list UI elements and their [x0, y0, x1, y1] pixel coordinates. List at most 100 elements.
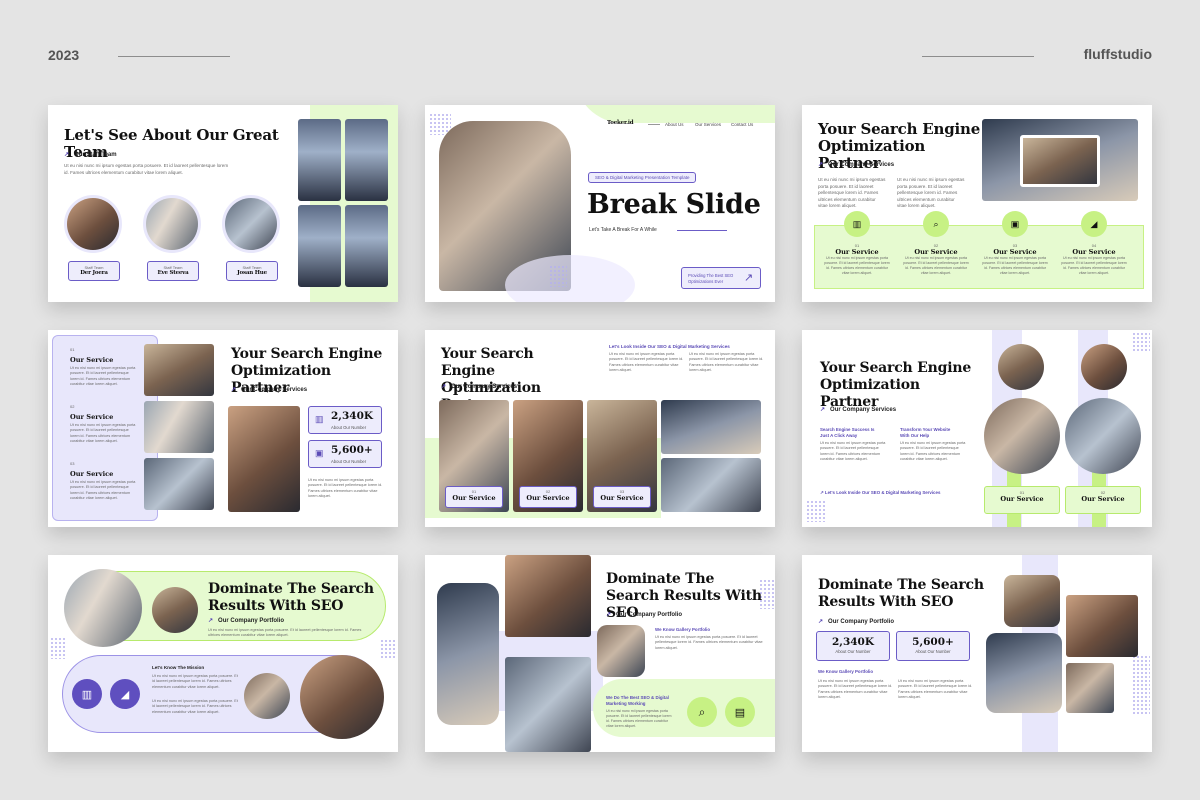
slide-subtitle: ↗ Our Company Portfolio: [606, 612, 683, 618]
team-photo: [228, 406, 300, 512]
slide-services-circles[interactable]: Your Search Engine Optimization Partner …: [802, 330, 1152, 527]
body-text: Ut eu nisi nunc mi ipsum egestas porta p…: [689, 352, 764, 373]
search-icon[interactable]: ⌕: [923, 211, 949, 237]
member-photo-frame: [143, 195, 201, 253]
slide-subtitle: ↗ Our Company Services: [818, 162, 895, 168]
slide-subtitle: Let's Take A Break For A While: [589, 227, 657, 233]
service-card[interactable]: 03 Our Service: [593, 486, 651, 508]
team-photo-circle: [300, 655, 384, 739]
slide-subtitle: ↗ Our Staff Team: [64, 152, 117, 158]
service-card[interactable]: 01 Our Service: [984, 486, 1060, 514]
slide-portfolio-collage[interactable]: Dominate The Search Results With SEO ↗ Ou…: [425, 555, 775, 752]
slide-portfolio-stats[interactable]: Dominate The Search Results With SEO ↗ Ou…: [802, 555, 1152, 752]
office-photo: [661, 458, 761, 512]
service-label: Our Service: [1072, 248, 1116, 256]
body-text: Ut eu nisi nunc mi ipsum egestas porta p…: [208, 628, 362, 638]
header-divider-right: [922, 56, 1034, 57]
building-photo: [345, 205, 388, 287]
header-divider-left: [118, 56, 230, 57]
service-text: Ut eu nisi nunc mi ipsum egestas porta p…: [1061, 256, 1127, 275]
list-number: 02: [70, 404, 75, 409]
member-card[interactable]: Staff Team Josan Hue: [226, 261, 278, 281]
stat-label: About Our Number: [331, 425, 367, 430]
team-photo: [1066, 595, 1138, 657]
member-photo: [225, 198, 277, 250]
list-text: Ut eu nisi nunc mi ipsum egestas porta p…: [70, 423, 136, 444]
service-card[interactable]: 02 Our Service: [519, 486, 577, 508]
service-item: 02 Our Service Ut eu nisi nunc mi ipsum …: [901, 243, 971, 276]
team-photo-circle: [152, 587, 198, 633]
arrow-icon: ↗: [441, 384, 447, 390]
slide-break[interactable]: Toeker.id About Us Our Services Contact …: [425, 105, 775, 302]
member-photo: [146, 198, 198, 250]
service-label: Our Service: [835, 248, 879, 256]
document-icon[interactable]: ▤: [725, 697, 755, 727]
service-card[interactable]: 01 Our Service: [445, 486, 503, 508]
dot-pattern: [1132, 332, 1150, 352]
arrow-icon: ↗: [820, 407, 826, 413]
brand-logo: fluffstudio: [1083, 46, 1152, 62]
service-text: Ut eu nisi nunc mi ipsum egestas porta p…: [982, 256, 1048, 275]
service-label: Our Service: [993, 248, 1037, 256]
stat-value: 2,340K: [331, 410, 374, 422]
brand-name: Toeker.id: [607, 120, 634, 126]
slide-team[interactable]: Let's See About Our Great Team ↗ Our Staf…: [48, 105, 398, 302]
building-photo: [298, 205, 341, 287]
cta-button[interactable]: Providing The Best SEO Optimizations Eve…: [681, 267, 761, 289]
service-label: Our Service: [452, 494, 496, 502]
list-text: Ut eu nisi nunc mi ipsum egestas porta p…: [70, 480, 136, 501]
member-card[interactable]: Staff Team Eve Steeva: [147, 261, 199, 281]
team-photo: [597, 625, 645, 677]
column-title: Transform Your Website With Our Help: [900, 427, 951, 438]
megaphone-icon[interactable]: ◢: [110, 679, 140, 709]
body-text: Ut eu nisi nunc mi ipsum egestas porta p…: [655, 635, 763, 650]
nav-about[interactable]: About Us: [665, 122, 684, 127]
stat-value: 2,340K: [831, 636, 874, 648]
team-photo: [505, 657, 591, 752]
arrow-icon: ↗: [64, 152, 70, 158]
nav-services[interactable]: Our Services: [695, 122, 721, 127]
service-item: 01 Our Service Ut eu nisi nunc mi ipsum …: [822, 243, 892, 276]
footer-link[interactable]: ↗ Let's Look Inside Our SEO & Digital Ma…: [820, 490, 940, 496]
office-photo: [437, 583, 499, 725]
building-photo: [345, 119, 388, 201]
body-text: Ut eu nisi nunc mi ipsum egestas porta p…: [818, 679, 893, 700]
service-text: Ut eu nisi nunc mi ipsum egestas porta p…: [824, 256, 890, 275]
nav-contact[interactable]: Contact Us: [731, 122, 753, 127]
arrow-icon: ↗: [818, 619, 824, 625]
slide-services-list[interactable]: 01 Our Service Ut eu nisi nunc mi ipsum …: [48, 330, 398, 527]
team-photo: [1004, 575, 1060, 627]
slide-subtitle: ↗ Our Company Services: [231, 387, 308, 393]
list-label: Our Service: [70, 356, 114, 364]
chart-icon[interactable]: ▥: [844, 211, 870, 237]
body-text: Ut eu nisi nunc mi ipsum egestas porta p…: [308, 478, 383, 499]
slide-services-strip[interactable]: Your Search Engine Optimization Partner …: [425, 330, 775, 527]
stat-label: About Our Number: [835, 649, 871, 654]
arrow-up-right-icon: ↗: [744, 272, 754, 284]
template-tag: SEO & Digital Marketing Presentation Tem…: [588, 172, 697, 183]
member-name: Der Joera: [80, 270, 108, 276]
service-photo: [144, 344, 214, 396]
office-photo: [661, 400, 761, 454]
search-icon[interactable]: ⌕: [687, 697, 717, 727]
team-photo: [505, 555, 591, 637]
service-label: Our Service: [1081, 495, 1125, 503]
megaphone-icon[interactable]: ◢: [1081, 211, 1107, 237]
arrow-icon: ↗: [606, 612, 612, 618]
chart-icon[interactable]: ▥: [72, 679, 102, 709]
arrow-icon: ↗: [208, 618, 214, 624]
slide-title: Your Search Engine Optimization Partner: [820, 360, 972, 410]
dot-pattern: [1132, 655, 1150, 715]
body-text: Ut eu nisi nunc mi ipsum egestas porta p…: [606, 709, 672, 728]
slide-portfolio-pills[interactable]: Dominate The Search Results With SEO ↗ Ou…: [48, 555, 398, 752]
slide-services[interactable]: Your Search Engine Optimization Partner …: [802, 105, 1152, 302]
service-card[interactable]: 02 Our Service: [1065, 486, 1141, 514]
team-photo-circle: [1065, 398, 1141, 474]
chip-icon[interactable]: ▣: [1002, 211, 1028, 237]
stat-card: 5,600+ About Our Number: [896, 631, 970, 661]
service-label: Our Service: [526, 494, 570, 502]
stat-card: 2,340K About Our Number: [816, 631, 890, 661]
member-card[interactable]: Staff Team Der Joera: [68, 261, 120, 281]
body-text: Ut eu nisi nunc mi ipsum egestas porta p…: [820, 441, 886, 462]
arrow-icon: ↗: [231, 387, 237, 393]
